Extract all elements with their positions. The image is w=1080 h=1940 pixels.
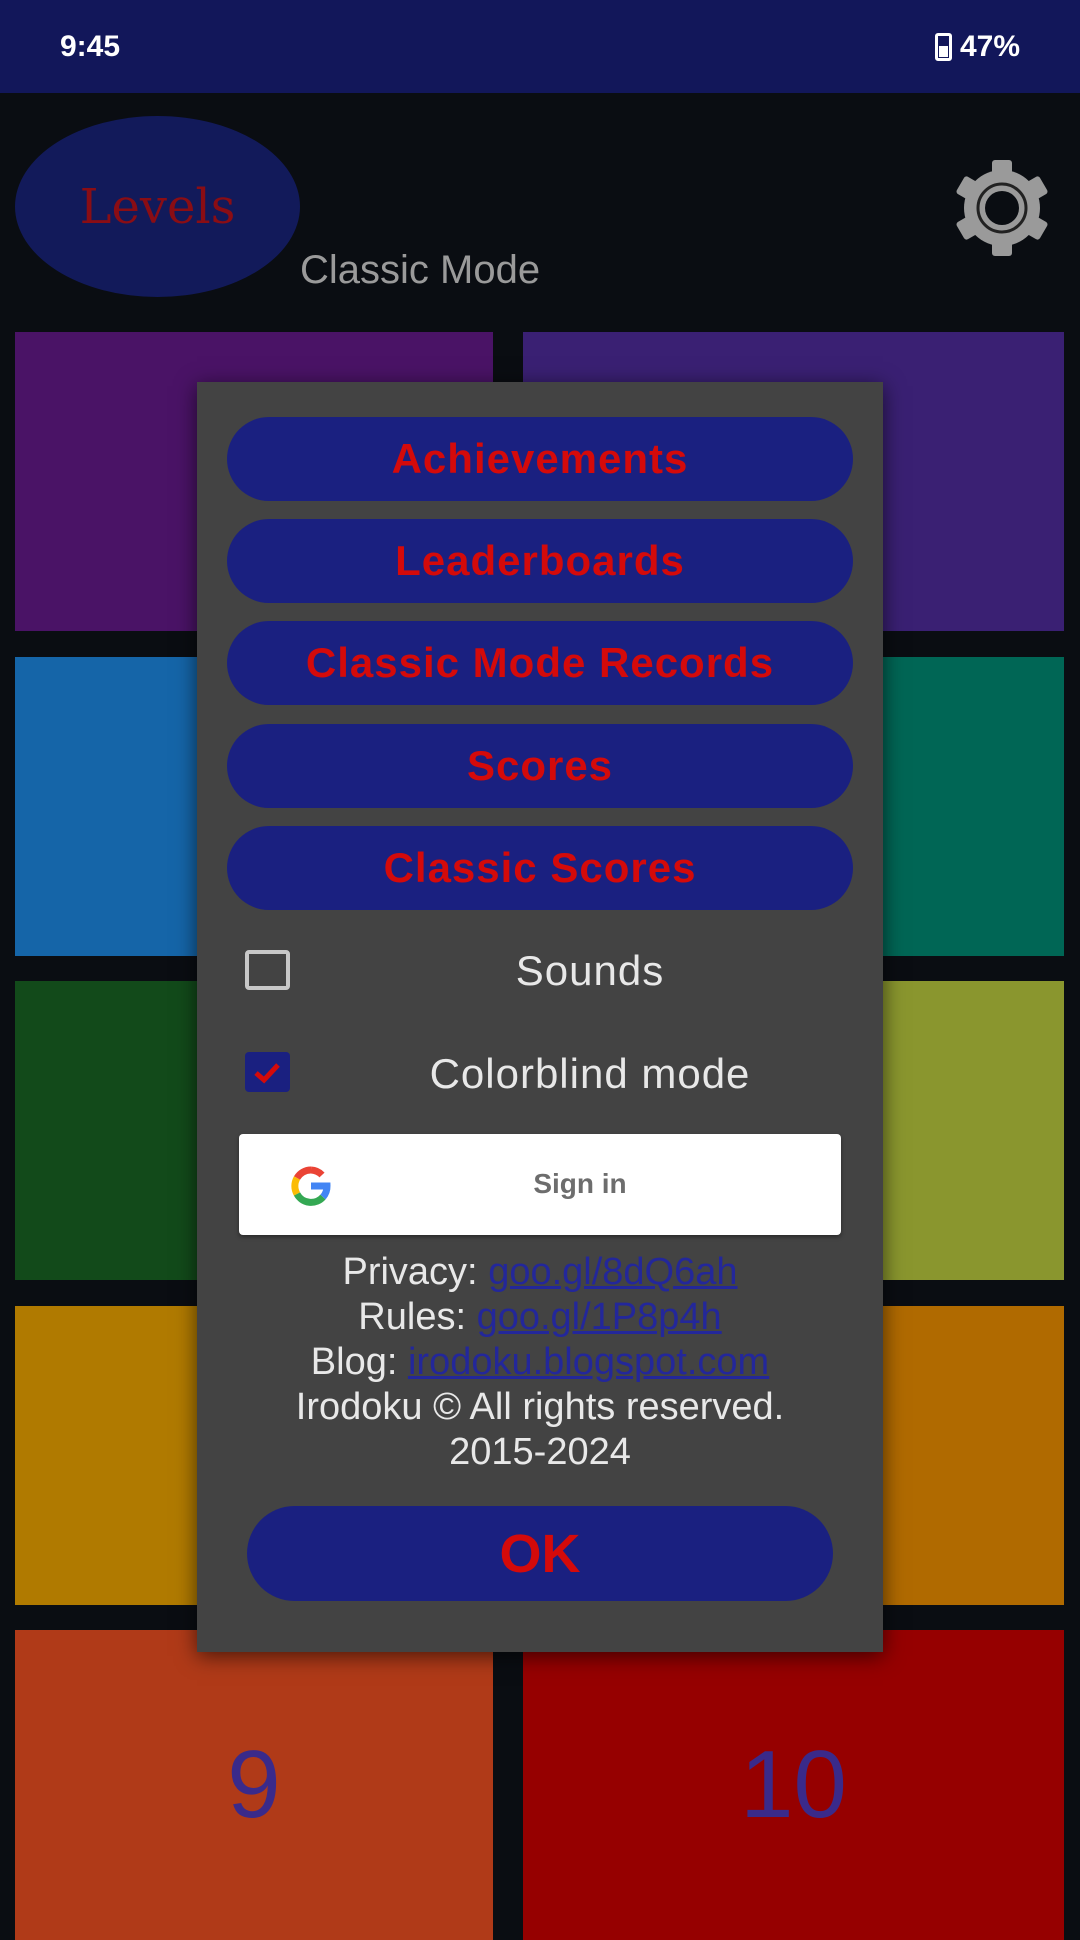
google-sign-in-button[interactable]: Sign in bbox=[239, 1134, 841, 1235]
battery-level: 47% bbox=[959, 30, 1020, 63]
battery-icon bbox=[934, 33, 952, 61]
ok-button[interactable]: OK bbox=[247, 1506, 833, 1601]
sign-in-label: Sign in bbox=[533, 1168, 627, 1199]
mode-label: Classic Mode bbox=[300, 248, 541, 292]
check-icon bbox=[254, 1063, 280, 1084]
gear-icon[interactable] bbox=[952, 158, 1052, 258]
copyright: Irodoku © All rights reserved. bbox=[295, 1386, 785, 1428]
rules-label: Rules: bbox=[358, 1296, 467, 1338]
battery-status: 47% bbox=[934, 30, 1020, 64]
clock: 9:45 bbox=[60, 30, 121, 63]
blog-label: Blog: bbox=[310, 1341, 398, 1383]
years: 2015-2024 bbox=[449, 1431, 631, 1473]
privacy-link[interactable]: goo.gl/8dQ6ah bbox=[488, 1251, 737, 1293]
scores-button[interactable]: Scores bbox=[227, 724, 853, 808]
leaderboards-button[interactable]: Leaderboards bbox=[227, 519, 853, 603]
level-tile[interactable]: 10 bbox=[523, 1630, 1064, 1940]
settings-dialog: Achievements Leaderboards Classic Mode R… bbox=[197, 382, 883, 1652]
rules-link[interactable]: goo.gl/1P8p4h bbox=[477, 1296, 722, 1338]
level-tile[interactable]: 9 bbox=[15, 1630, 493, 1940]
sounds-checkbox[interactable] bbox=[245, 950, 290, 990]
classic-scores-button[interactable]: Classic Scores bbox=[227, 826, 853, 910]
blog-link[interactable]: irodoku.blogspot.com bbox=[408, 1341, 769, 1383]
privacy-label: Privacy: bbox=[342, 1251, 478, 1293]
status-bar: 9:45 47% bbox=[0, 0, 1080, 93]
colorblind-checkbox[interactable] bbox=[245, 1052, 290, 1092]
classic-mode-records-button[interactable]: Classic Mode Records bbox=[227, 621, 853, 705]
sounds-label: Sounds bbox=[515, 947, 665, 994]
levels-button[interactable]: Levels bbox=[15, 116, 300, 297]
colorblind-label: Colorblind mode bbox=[429, 1050, 751, 1097]
info-text: Privacy: goo.gl/8dQ6ah Rules: goo.gl/1P8… bbox=[197, 1250, 883, 1475]
achievements-button[interactable]: Achievements bbox=[227, 417, 853, 501]
